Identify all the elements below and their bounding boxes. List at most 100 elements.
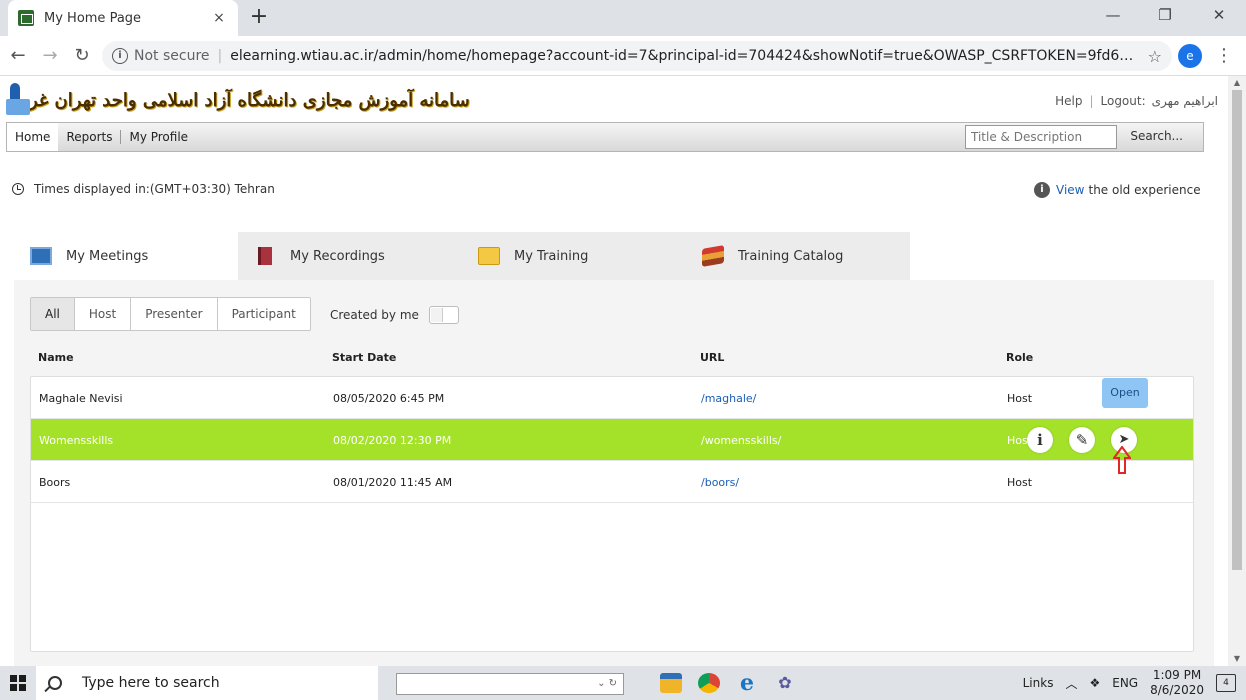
table-row-selected[interactable]: Womensskills 08/02/2020 12:30 PM /womens… bbox=[31, 419, 1193, 461]
browser-tab[interactable]: My Home Page × bbox=[8, 0, 238, 36]
file-explorer-icon[interactable] bbox=[660, 673, 682, 693]
column-header-role[interactable]: Role bbox=[1006, 351, 1033, 364]
red-up-arrow-icon bbox=[1113, 446, 1131, 474]
site-favicon-icon bbox=[18, 10, 34, 26]
table-row[interactable]: Maghale Nevisi 08/05/2020 6:45 PM /magha… bbox=[31, 377, 1193, 419]
filter-all-button[interactable]: All bbox=[31, 298, 74, 330]
search-icon bbox=[48, 676, 62, 690]
taskbar-address-toolbar[interactable]: ⌄ ↻ bbox=[396, 673, 624, 695]
notification-icon[interactable]: 4 bbox=[1216, 674, 1236, 692]
tab-close-icon[interactable]: × bbox=[210, 10, 228, 26]
page-scrollbar[interactable]: ▲ ▼ bbox=[1228, 76, 1246, 666]
url-separator: | bbox=[217, 48, 223, 64]
links-toolbar[interactable]: Links bbox=[1023, 676, 1054, 690]
help-link[interactable]: Help bbox=[1055, 94, 1082, 108]
clock-time: 1:09 PM bbox=[1152, 668, 1202, 682]
created-by-me: Created by me bbox=[330, 306, 459, 324]
meeting-name: Womensskills bbox=[39, 434, 114, 447]
meeting-url-link[interactable]: /maghale/ bbox=[701, 392, 756, 405]
meeting-icon bbox=[30, 247, 52, 265]
view-old-experience-link[interactable]: View bbox=[1056, 183, 1084, 197]
old-experience-text: the old experience bbox=[1088, 183, 1201, 197]
new-tab-button[interactable]: + bbox=[248, 5, 270, 29]
taskbar-search[interactable]: Type here to search bbox=[36, 666, 378, 700]
filter-presenter-button[interactable]: Presenter bbox=[130, 298, 216, 330]
browser-tab-bar: My Home Page × + — ❐ ✕ bbox=[0, 0, 1246, 36]
filter-participant-button[interactable]: Participant bbox=[216, 298, 310, 330]
meeting-role: Host bbox=[1007, 476, 1033, 489]
info-button[interactable]: i bbox=[1027, 427, 1053, 453]
windows-logo-icon bbox=[10, 675, 26, 691]
page-content: سامانه آموزش مجازی دانشگاه آزاد اسلامی و… bbox=[0, 76, 1228, 666]
tab-my-recordings[interactable]: My Recordings bbox=[238, 232, 462, 280]
site-info-icon[interactable]: i bbox=[112, 48, 128, 64]
scroll-up-icon[interactable]: ▲ bbox=[1228, 76, 1246, 90]
site-logo[interactable]: سامانه آموزش مجازی دانشگاه آزاد اسلامی و… bbox=[6, 80, 470, 120]
tab-my-training[interactable]: My Training bbox=[462, 232, 686, 280]
tray-chevron-icon[interactable]: ︿ bbox=[1065, 675, 1077, 692]
filter-host-button[interactable]: Host bbox=[73, 298, 130, 330]
paint-icon[interactable]: ✿ bbox=[774, 673, 796, 693]
minimize-button[interactable]: — bbox=[1098, 6, 1128, 24]
search-input[interactable] bbox=[965, 125, 1117, 149]
tab-my-meetings[interactable]: My Meetings bbox=[14, 232, 238, 280]
site-header: سامانه آموزش مجازی دانشگاه آزاد اسلامی و… bbox=[0, 76, 1228, 122]
chrome-icon[interactable] bbox=[698, 673, 720, 693]
folder-icon bbox=[478, 247, 500, 265]
info-icon: i bbox=[1034, 182, 1050, 198]
search-button[interactable]: Search... bbox=[1130, 129, 1183, 143]
tab-label: My Training bbox=[514, 248, 589, 264]
created-by-me-toggle[interactable] bbox=[428, 306, 459, 324]
forward-arrow-icon[interactable]: → bbox=[38, 44, 62, 68]
restore-button[interactable]: ❐ bbox=[1150, 6, 1180, 24]
language-indicator[interactable]: ENG bbox=[1112, 676, 1138, 690]
system-tray: Links ︿ ❖ ENG 1:09 PM 8/6/2020 4 bbox=[1023, 666, 1246, 700]
dropbox-icon[interactable]: ❖ bbox=[1089, 676, 1100, 690]
column-header-name[interactable]: Name bbox=[38, 351, 74, 364]
content-tabs: My Meetings My Recordings My Training Tr… bbox=[14, 232, 910, 280]
back-arrow-icon[interactable]: ← bbox=[6, 44, 30, 68]
browser-menu-icon[interactable]: ⋮ bbox=[1214, 44, 1234, 68]
bookmark-star-icon[interactable]: ☆ bbox=[1148, 47, 1162, 66]
tab-title: My Home Page bbox=[44, 10, 142, 26]
tab-label: My Meetings bbox=[66, 248, 149, 264]
column-header-start-date[interactable]: Start Date bbox=[332, 351, 396, 364]
tab-label: My Recordings bbox=[290, 248, 385, 264]
timezone-text: Times displayed in:(GMT+03:30) Tehran bbox=[34, 182, 275, 196]
user-name: ابراهیم مهری bbox=[1151, 94, 1218, 108]
address-bar-row: ← → ↻ i Not secure | elearning.wtiau.ac.… bbox=[0, 36, 1246, 76]
recording-icon bbox=[258, 247, 272, 265]
table-row[interactable]: Boors 08/01/2020 11:45 AM /boors/ Host bbox=[31, 461, 1193, 503]
logo-text: سامانه آموزش مجازی دانشگاه آزاد اسلامی و… bbox=[12, 89, 470, 111]
logout-link[interactable]: Logout: bbox=[1101, 94, 1146, 108]
meeting-name: Boors bbox=[39, 476, 71, 489]
close-window-button[interactable]: ✕ bbox=[1204, 6, 1234, 24]
books-icon bbox=[702, 245, 724, 267]
column-header-url[interactable]: URL bbox=[700, 351, 724, 364]
url-text[interactable]: elearning.wtiau.ac.ir/admin/home/homepag… bbox=[230, 48, 1141, 64]
edit-pencil-icon[interactable]: ✎ bbox=[1069, 427, 1095, 453]
timezone-info: Times displayed in:(GMT+03:30) Tehran bbox=[12, 182, 275, 196]
meeting-start-date: 08/02/2020 12:30 PM bbox=[333, 434, 452, 447]
meeting-url-link[interactable]: /womensskills/ bbox=[701, 434, 781, 447]
internet-explorer-icon[interactable]: e bbox=[736, 672, 758, 694]
scroll-down-icon[interactable]: ▼ bbox=[1228, 652, 1246, 666]
taskbar-clock[interactable]: 1:09 PM 8/6/2020 bbox=[1150, 668, 1204, 698]
menu-item-my-profile[interactable]: My Profile bbox=[121, 130, 196, 144]
menu-item-reports[interactable]: Reports bbox=[58, 130, 120, 144]
reload-icon[interactable]: ↻ bbox=[70, 44, 94, 68]
meeting-url-link[interactable]: /boors/ bbox=[701, 476, 739, 489]
meeting-role: Host bbox=[1007, 392, 1033, 405]
omnibox[interactable]: i Not secure | elearning.wtiau.ac.ir/adm… bbox=[102, 41, 1172, 71]
profile-avatar[interactable]: e bbox=[1178, 44, 1202, 68]
menu-item-home[interactable]: Home bbox=[7, 123, 59, 151]
windows-taskbar: Type here to search ⌄ ↻ e ✿ Links ︿ ❖ EN… bbox=[0, 666, 1246, 700]
tab-training-catalog[interactable]: Training Catalog bbox=[686, 232, 910, 280]
scroll-thumb[interactable] bbox=[1232, 90, 1242, 570]
clock-date: 8/6/2020 bbox=[1150, 683, 1204, 697]
header-user-links: Help | Logout: ابراهیم مهری bbox=[1055, 94, 1218, 108]
created-by-me-label: Created by me bbox=[330, 308, 419, 322]
start-button[interactable] bbox=[0, 666, 36, 700]
meeting-start-date: 08/01/2020 11:45 AM bbox=[333, 476, 453, 489]
meetings-table: Maghale Nevisi 08/05/2020 6:45 PM /magha… bbox=[30, 376, 1194, 652]
